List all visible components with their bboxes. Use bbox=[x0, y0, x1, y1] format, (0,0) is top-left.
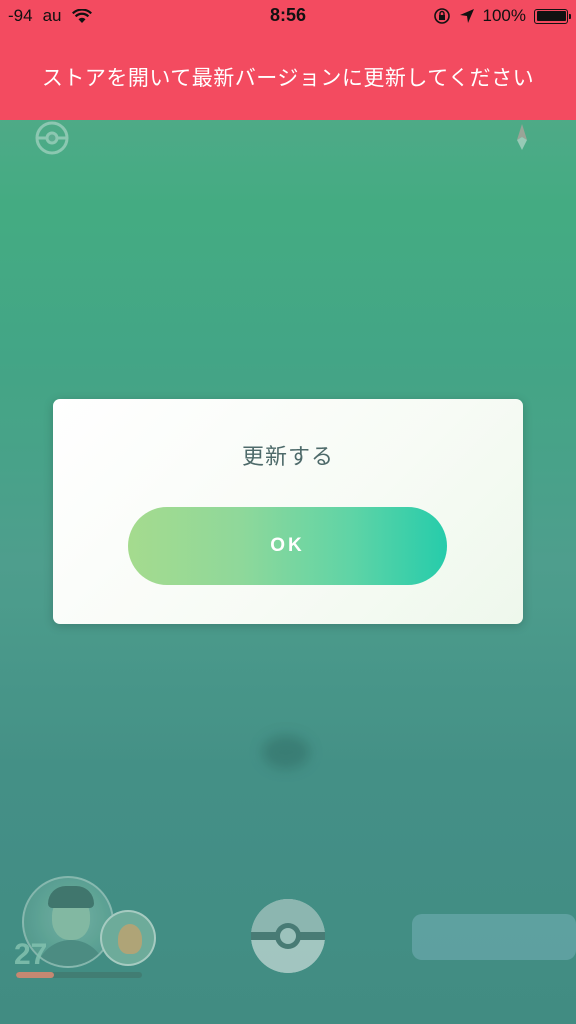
status-right: 100% bbox=[433, 6, 571, 26]
battery-percent: 100% bbox=[482, 6, 526, 25]
battery-icon bbox=[534, 8, 571, 24]
status-bar: -94 au 8:56 100% bbox=[0, 0, 576, 34]
rotation-lock-icon bbox=[433, 8, 450, 24]
update-dialog: 更新する OK bbox=[53, 399, 523, 624]
ok-button[interactable]: OK bbox=[128, 507, 447, 585]
battery-fill bbox=[536, 11, 566, 21]
update-banner: ストアを開いて最新バージョンに更新してください bbox=[0, 34, 576, 120]
location-arrow-icon bbox=[459, 9, 474, 23]
update-banner-text: ストアを開いて最新バージョンに更新してください bbox=[41, 66, 535, 90]
ok-button-label: OK bbox=[270, 535, 305, 556]
dialog-message: 更新する bbox=[241, 445, 334, 470]
